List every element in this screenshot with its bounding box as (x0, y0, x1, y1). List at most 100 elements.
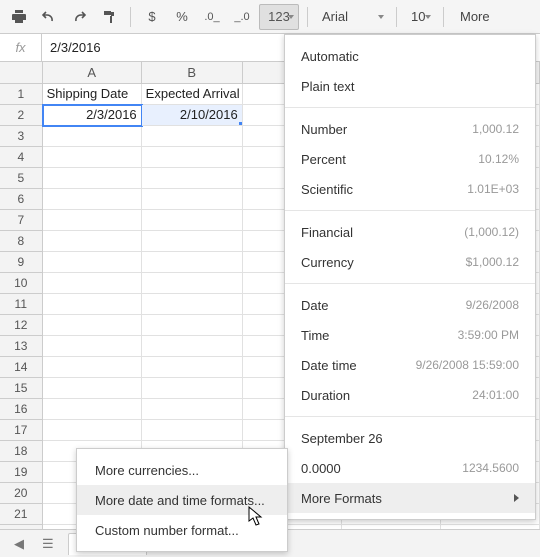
cell[interactable]: Shipping Date (43, 84, 142, 105)
cell[interactable] (43, 168, 142, 189)
font-family-select[interactable]: Arial (316, 5, 388, 29)
cell[interactable] (142, 168, 243, 189)
menu-item-datetime[interactable]: Date time9/26/2008 15:59:00 (285, 350, 535, 380)
cell[interactable] (43, 399, 142, 420)
cell[interactable] (43, 189, 142, 210)
cell[interactable] (142, 210, 243, 231)
cell[interactable] (142, 126, 243, 147)
menu-separator (285, 107, 535, 108)
menu-item-more-formats[interactable]: More Formats (285, 483, 535, 513)
row-header[interactable]: 10 (0, 273, 43, 294)
menu-item-scientific[interactable]: Scientific1.01E+03 (285, 174, 535, 204)
cell[interactable] (142, 357, 243, 378)
column-header-B[interactable]: B (142, 62, 243, 84)
row-header[interactable]: 15 (0, 378, 43, 399)
menu-item-percent[interactable]: Percent10.12% (285, 144, 535, 174)
column-header-A[interactable]: A (43, 62, 142, 84)
cell[interactable] (43, 357, 142, 378)
separator (130, 7, 131, 27)
decrease-decimals-button[interactable]: .0_ (199, 4, 225, 30)
cell[interactable] (142, 315, 243, 336)
menu-item-financial[interactable]: Financial(1,000.12) (285, 217, 535, 247)
menu-item-duration[interactable]: Duration24:01:00 (285, 380, 535, 410)
menu-item-automatic[interactable]: Automatic (285, 41, 535, 71)
cell[interactable] (43, 231, 142, 252)
menu-item-sep26[interactable]: September 26 (285, 423, 535, 453)
cell[interactable]: Expected Arrival Date (142, 84, 243, 105)
cell[interactable] (142, 294, 243, 315)
cell[interactable] (142, 399, 243, 420)
row-header[interactable]: 4 (0, 147, 43, 168)
cell[interactable] (43, 273, 142, 294)
toolbar-more-button[interactable]: More (452, 4, 498, 30)
row-header[interactable]: 19 (0, 462, 43, 483)
cell[interactable] (43, 147, 142, 168)
cell[interactable] (43, 294, 142, 315)
font-size-select[interactable]: 10 (405, 5, 435, 29)
submenu-item-custom-number[interactable]: Custom number format... (77, 515, 287, 545)
row-header[interactable]: 21 (0, 504, 43, 525)
submenu-item-datetime-formats[interactable]: More date and time formats... (77, 485, 287, 515)
cell[interactable] (142, 252, 243, 273)
row-header[interactable]: 7 (0, 210, 43, 231)
fill-handle[interactable] (239, 122, 243, 126)
chevron-down-icon (378, 15, 384, 19)
row-header[interactable]: 9 (0, 252, 43, 273)
paint-format-icon[interactable] (96, 4, 122, 30)
row-header[interactable]: 17 (0, 420, 43, 441)
cell[interactable]: 2/3/2016 (43, 105, 142, 126)
row-header[interactable]: 2 (0, 105, 43, 126)
separator (396, 7, 397, 27)
redo-icon[interactable] (66, 4, 92, 30)
menu-separator (285, 210, 535, 211)
chevron-right-icon (514, 494, 519, 502)
cell[interactable] (142, 189, 243, 210)
chevron-down-icon (288, 15, 294, 19)
cell[interactable] (43, 210, 142, 231)
cell[interactable] (43, 336, 142, 357)
increase-decimals-button[interactable]: _.0 (229, 4, 255, 30)
row-header[interactable]: 20 (0, 483, 43, 504)
cell[interactable] (43, 126, 142, 147)
cell[interactable] (142, 231, 243, 252)
cell[interactable] (43, 420, 142, 441)
cell[interactable] (43, 315, 142, 336)
row-header[interactable]: 18 (0, 441, 43, 462)
more-formats-button[interactable]: 123 (259, 4, 299, 30)
cell[interactable] (142, 273, 243, 294)
menu-item-time[interactable]: Time3:59:00 PM (285, 320, 535, 350)
row-header[interactable]: 11 (0, 294, 43, 315)
cell[interactable] (142, 147, 243, 168)
prev-sheet-icon[interactable]: ◀ (10, 536, 28, 552)
submenu-item-currencies[interactable]: More currencies... (77, 455, 287, 485)
row-header[interactable]: 5 (0, 168, 43, 189)
row-header[interactable]: 8 (0, 231, 43, 252)
menu-item-currency[interactable]: Currency$1,000.12 (285, 247, 535, 277)
select-all-corner[interactable] (0, 62, 43, 84)
undo-icon[interactable] (36, 4, 62, 30)
menu-item-date[interactable]: Date9/26/2008 (285, 290, 535, 320)
number-format-menu: Automatic Plain text Number1,000.12 Perc… (284, 34, 536, 520)
cell[interactable]: 2/10/2016 (142, 105, 243, 126)
cell[interactable] (142, 378, 243, 399)
menu-item-zeros[interactable]: 0.00001234.5600 (285, 453, 535, 483)
menu-item-plaintext[interactable]: Plain text (285, 71, 535, 101)
row-header[interactable]: 6 (0, 189, 43, 210)
row-header[interactable]: 16 (0, 399, 43, 420)
print-icon[interactable] (6, 4, 32, 30)
format-percent-button[interactable]: % (169, 4, 195, 30)
row-header[interactable]: 3 (0, 126, 43, 147)
cell[interactable] (142, 336, 243, 357)
cell[interactable] (142, 420, 243, 441)
sheet-list-icon[interactable]: ☰ (38, 536, 58, 552)
row-header[interactable]: 12 (0, 315, 43, 336)
row-header[interactable]: 13 (0, 336, 43, 357)
cell[interactable] (43, 378, 142, 399)
menu-item-number[interactable]: Number1,000.12 (285, 114, 535, 144)
menu-separator (285, 416, 535, 417)
format-currency-button[interactable]: $ (139, 4, 165, 30)
row-header[interactable]: 14 (0, 357, 43, 378)
separator (307, 7, 308, 27)
cell[interactable] (43, 252, 142, 273)
row-header[interactable]: 1 (0, 84, 43, 105)
